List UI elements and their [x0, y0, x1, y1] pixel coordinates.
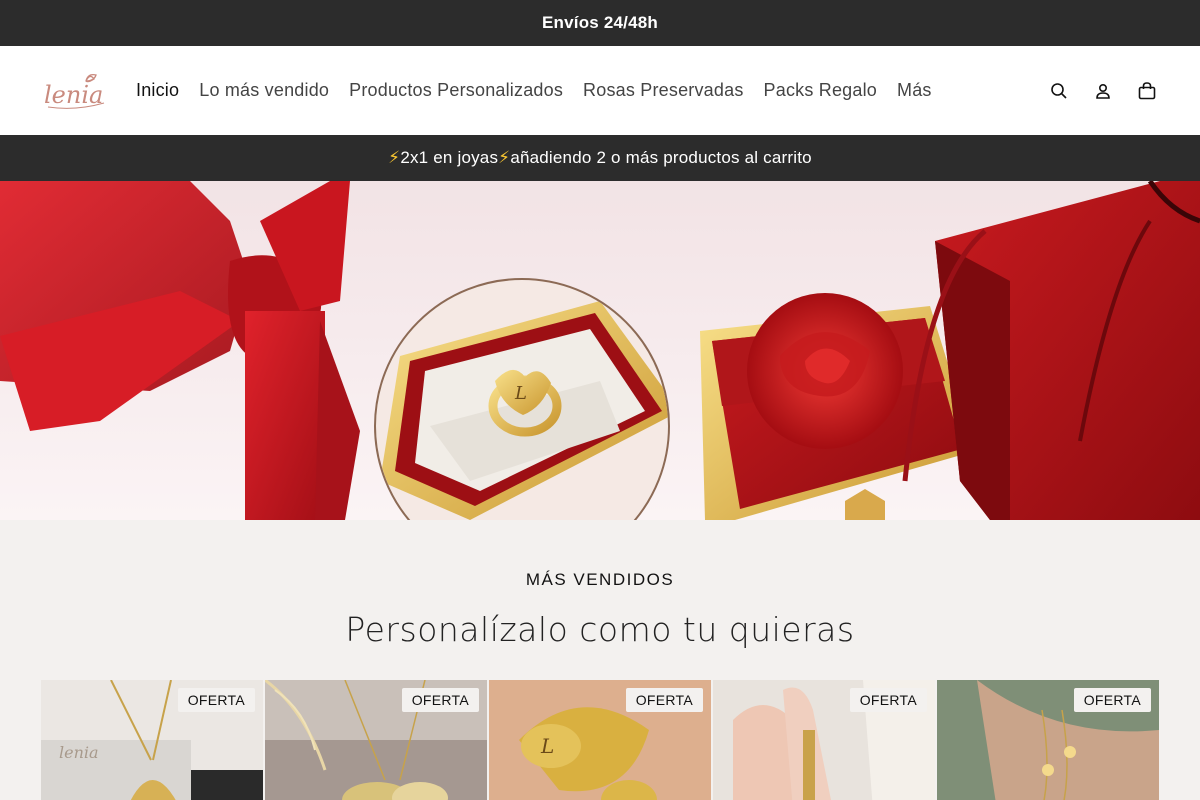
- promo-bar: ⚡ 2x1 en joyas ⚡ añadiendo 2 o más produ…: [0, 135, 1200, 181]
- product-card[interactable]: lenia OFERTA: [41, 680, 263, 800]
- hero-image: L: [0, 181, 1200, 520]
- nav-item-rosas-preservadas[interactable]: Rosas Preservadas: [573, 80, 753, 101]
- bolt-icon: ⚡: [388, 148, 401, 167]
- section-title: Personalízalo como tu quieras: [345, 610, 855, 649]
- search-button[interactable]: [1046, 78, 1072, 104]
- main-nav: Inicio Lo más vendido Productos Personal…: [126, 80, 942, 101]
- product-card[interactable]: OFERTA: [713, 680, 935, 800]
- nav-item-lo-mas-vendido[interactable]: Lo más vendido: [189, 80, 339, 101]
- account-icon: [1096, 83, 1110, 99]
- nav-item-packs-regalo[interactable]: Packs Regalo: [754, 80, 887, 101]
- product-card[interactable]: L OFERTA: [489, 680, 711, 800]
- promo-text-2: añadiendo 2 o más productos al carrito: [510, 148, 812, 167]
- site-header: lenia Inicio Lo más vendido Productos Pe…: [0, 46, 1200, 135]
- sale-badge: OFERTA: [177, 688, 255, 712]
- product-grid: lenia OFERTA OFERTA L OFERTA OFERTA OFER…: [41, 680, 1159, 800]
- header-icons: [1046, 78, 1160, 104]
- nav-item-productos-personalizados[interactable]: Productos Personalizados: [339, 80, 573, 101]
- svg-text:lenia: lenia: [59, 743, 99, 762]
- sale-badge: OFERTA: [625, 688, 703, 712]
- section-kicker: MÁS VENDIDOS: [525, 570, 675, 589]
- svg-text:L: L: [540, 734, 554, 758]
- product-card[interactable]: OFERTA: [265, 680, 487, 800]
- account-button[interactable]: [1090, 78, 1116, 104]
- svg-text:L: L: [514, 383, 527, 404]
- announcement-text: Envíos 24/48h: [542, 13, 658, 32]
- sale-badge: OFERTA: [849, 688, 927, 712]
- sale-badge: OFERTA: [401, 688, 479, 712]
- product-card[interactable]: OFERTA: [937, 680, 1159, 800]
- cart-button[interactable]: [1134, 78, 1160, 104]
- cart-icon: [1138, 81, 1156, 99]
- sale-badge: OFERTA: [1073, 688, 1151, 712]
- hero-banner[interactable]: L: [0, 181, 1200, 520]
- search-icon: [1051, 82, 1067, 99]
- promo-text-1: 2x1 en joyas: [400, 148, 499, 167]
- announcement-bar: Envíos 24/48h: [0, 0, 1200, 46]
- nav-item-inicio[interactable]: Inicio: [126, 80, 189, 101]
- nav-item-mas[interactable]: Más: [887, 80, 942, 101]
- svg-text:lenia: lenia: [44, 81, 103, 109]
- logo[interactable]: lenia: [42, 71, 108, 111]
- bestsellers-section: MÁS VENDIDOS Personalízalo como tu quier…: [0, 520, 1200, 800]
- bolt-icon: ⚡: [498, 148, 511, 167]
